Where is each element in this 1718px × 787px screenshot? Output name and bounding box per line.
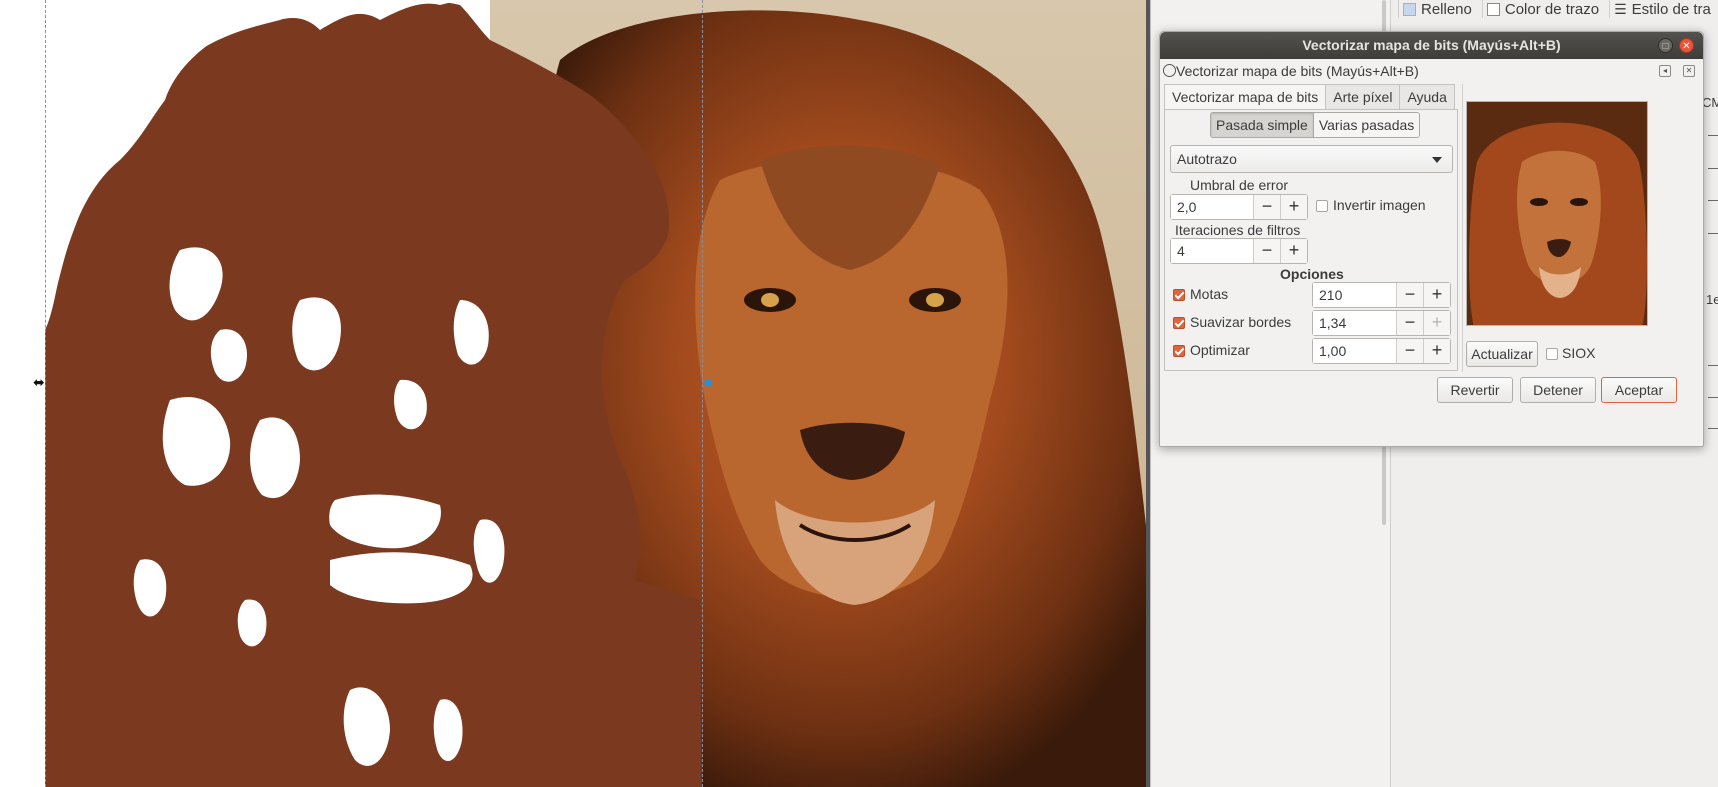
dialog-window-title: Vectorizar mapa de bits (Mayús+Alt+B) [1302,37,1561,53]
filter-iterations-decrement-button[interactable]: − [1253,239,1280,263]
dialog-panel-header: Vectorizar mapa de bits (Mayús+Alt+B) ◂ … [1160,60,1703,82]
smooth-corners-value[interactable]: 1,34 [1313,311,1396,335]
optimize-decrement-button[interactable]: − [1396,339,1423,363]
speckles-checkbox[interactable] [1173,289,1185,301]
drawing-canvas[interactable]: ⬌ ■ [0,0,1150,787]
mode-single-scan[interactable]: Pasada simple [1211,113,1314,137]
dialog-titlebar[interactable]: Vectorizar mapa de bits (Mayús+Alt+B) □ … [1160,32,1703,59]
preview-image [1467,102,1647,325]
speckles-label: Motas [1190,286,1229,302]
stroke-swatch-icon [1486,2,1500,16]
filter-iterations-stepper[interactable]: 4 − + [1170,238,1308,264]
tab-help[interactable]: Ayuda [1399,84,1455,110]
trace-bitmap-dialog: Vectorizar mapa de bits (Mayús+Alt+B) □ … [1159,31,1704,447]
threshold-value[interactable]: 2,0 [1171,195,1253,219]
scale-handle-right[interactable]: ■ [704,375,712,389]
invert-image-label: Invertir imagen [1333,197,1426,213]
trace-panel-icon [1163,64,1176,77]
speckles-increment-button[interactable]: + [1423,283,1450,307]
chevron-down-icon [1432,157,1442,163]
options-heading: Opciones [1280,266,1344,282]
optimize-checkbox[interactable] [1173,345,1185,357]
threshold-stepper[interactable]: 2,0 − + [1170,194,1308,220]
page-guide-right [702,0,703,787]
optimize-label: Optimizar [1190,342,1250,358]
dialog-separator [1462,84,1463,372]
panel-close-icon[interactable]: ✕ [1683,65,1695,77]
trace-preview [1466,101,1648,326]
threshold-increment-button[interactable]: + [1280,195,1307,219]
siox-label: SIOX [1562,345,1596,361]
dock-edge-cm: CM [1702,95,1718,110]
stroke-style-icon: ☰ [1614,0,1627,17]
threshold-decrement-button[interactable]: − [1253,195,1280,219]
threshold-label: Umbral de error [1190,177,1289,193]
detection-mode-select[interactable]: Autotrazo [1170,145,1453,173]
page-guide-left [45,0,46,787]
tab-stroke-style[interactable]: ☰ Estilo de tra [1609,0,1715,18]
accept-button[interactable]: Aceptar [1601,377,1677,403]
stop-button[interactable]: Detener [1520,377,1596,403]
maximize-icon[interactable]: □ [1658,38,1673,53]
canvas-artwork [45,0,1150,787]
filter-iterations-value[interactable]: 4 [1171,239,1253,263]
tab-stroke-paint-label: Color de trazo [1504,0,1600,18]
close-icon[interactable]: ✕ [1679,38,1694,53]
dialog-tabs: Vectorizar mapa de bits Arte píxel Ayuda [1164,84,1455,110]
optimize-increment-button[interactable]: + [1423,339,1450,363]
detection-mode-value: Autotrazo [1177,151,1237,167]
tab-stroke-paint[interactable]: Color de trazo [1481,0,1603,18]
invert-image-checkbox[interactable] [1316,200,1328,212]
optimize-value[interactable]: 1,00 [1313,339,1396,363]
tab-pixel-art[interactable]: Arte píxel [1325,84,1401,110]
scale-handle-left[interactable]: ⬌ [33,375,45,389]
smooth-corners-stepper[interactable]: 1,34 − + [1312,310,1451,336]
mode-selector: Pasada simple Varias pasadas [1210,112,1421,138]
mode-multiple-scans[interactable]: Varias pasadas [1313,113,1420,137]
revert-button[interactable]: Revertir [1437,377,1513,403]
speckles-value[interactable]: 210 [1313,283,1396,307]
smooth-corners-decrement-button[interactable]: − [1396,311,1423,335]
filter-iterations-increment-button[interactable]: + [1280,239,1307,263]
speckles-decrement-button[interactable]: − [1396,283,1423,307]
fill-swatch-icon [1403,2,1416,16]
dock-edge-1e: 1e [1706,292,1718,307]
tab-trace-bitmap[interactable]: Vectorizar mapa de bits [1164,84,1327,110]
dock-panel-icon[interactable]: ◂ [1659,65,1671,77]
update-preview-button[interactable]: Actualizar [1466,341,1538,367]
optimize-stepper[interactable]: 1,00 − + [1312,338,1451,364]
dialog-panel-title: Vectorizar mapa de bits (Mayús+Alt+B) [1176,63,1419,79]
speckles-stepper[interactable]: 210 − + [1312,282,1451,308]
fill-stroke-tabs: Relleno Color de trazo ☰ Estilo de tra [1398,0,1715,18]
siox-checkbox[interactable] [1546,348,1558,360]
smooth-corners-increment-button[interactable]: + [1423,311,1450,335]
tab-fill-label: Relleno [1421,0,1472,18]
smooth-corners-checkbox[interactable] [1173,317,1185,329]
tab-fill[interactable]: Relleno [1398,0,1476,18]
tab-stroke-style-label: Estilo de tra [1631,0,1711,18]
filter-iterations-label: Iteraciones de filtros [1175,222,1301,238]
smooth-corners-label: Suavizar bordes [1190,314,1292,330]
